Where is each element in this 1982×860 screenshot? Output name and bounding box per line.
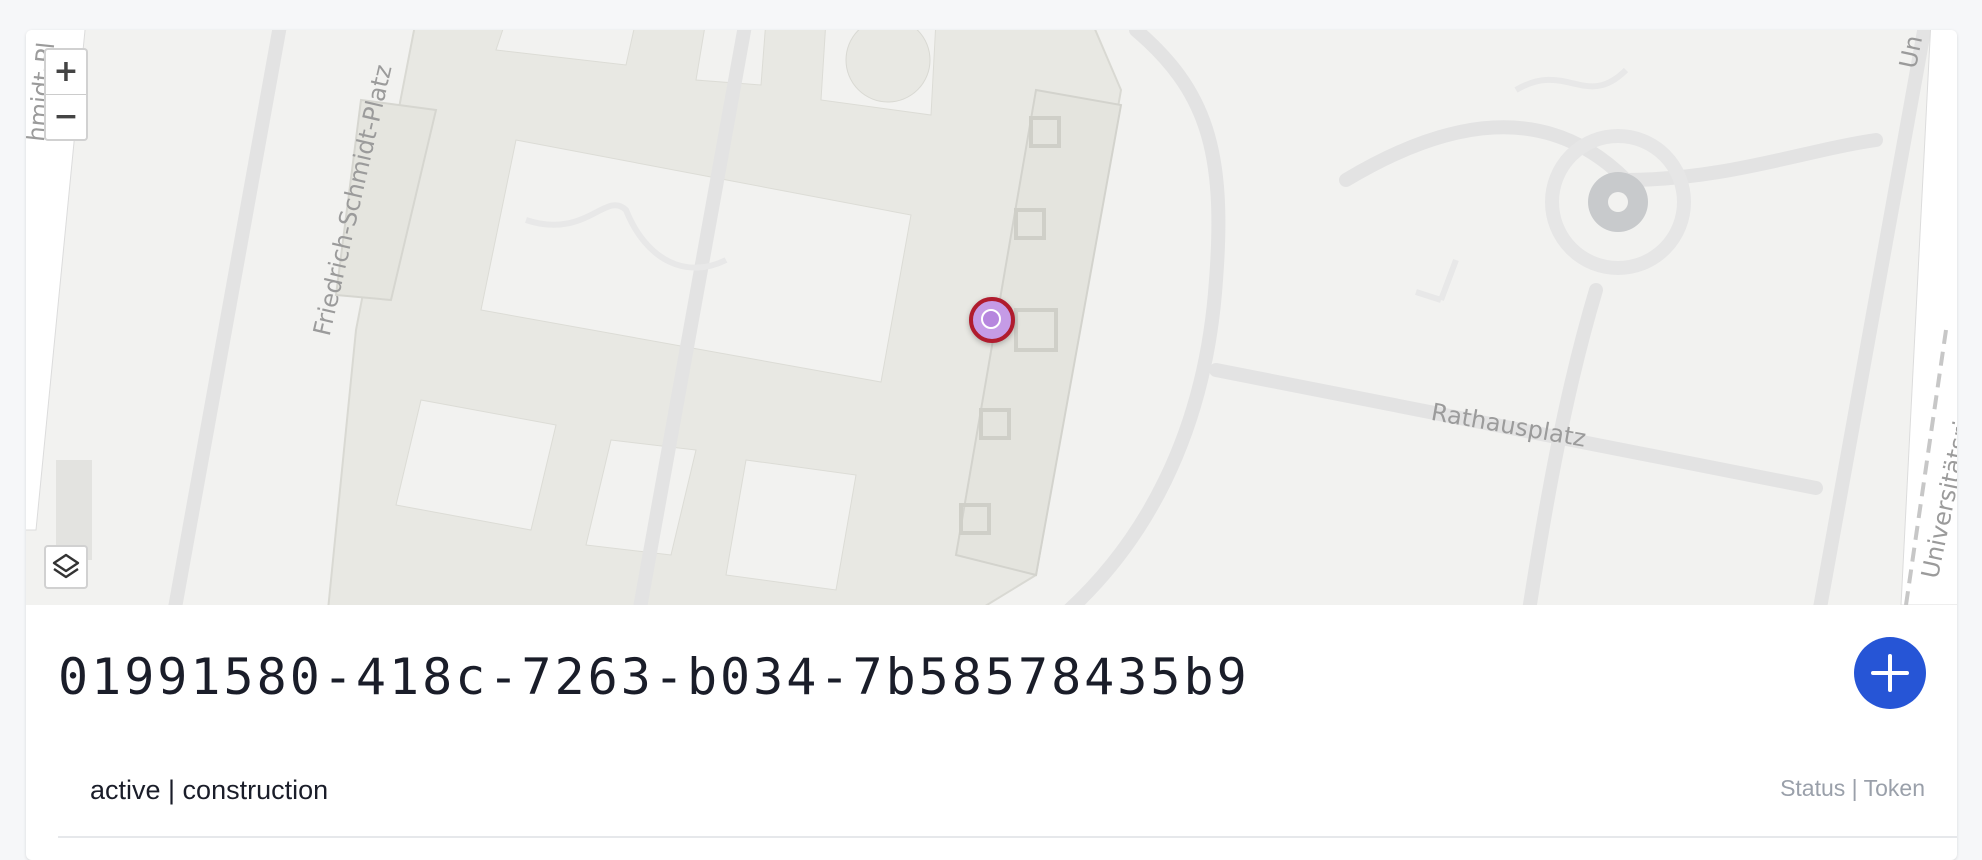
layers-button[interactable] [44, 545, 88, 589]
add-button[interactable] [1854, 637, 1926, 709]
plus-icon [1871, 654, 1909, 692]
marker-dot-icon [981, 309, 1001, 329]
zoom-in-button[interactable]: + [46, 50, 86, 94]
record-id: 01991580-418c-7263-b034-7b58578435b9 [58, 648, 1250, 706]
layers-icon [52, 553, 80, 579]
map-view[interactable]: Friedrich-Schmidt-Platz Rathausplatz Uni… [26, 30, 1957, 605]
record-card: Friedrich-Schmidt-Platz Rathausplatz Uni… [26, 30, 1957, 860]
status-value: active | construction [90, 775, 329, 805]
zoom-out-button[interactable]: − [46, 94, 86, 139]
location-marker[interactable] [969, 297, 1015, 343]
divider [58, 836, 1957, 838]
zoom-control: + − [44, 48, 88, 141]
status-label: Status | Token [1780, 775, 1925, 801]
